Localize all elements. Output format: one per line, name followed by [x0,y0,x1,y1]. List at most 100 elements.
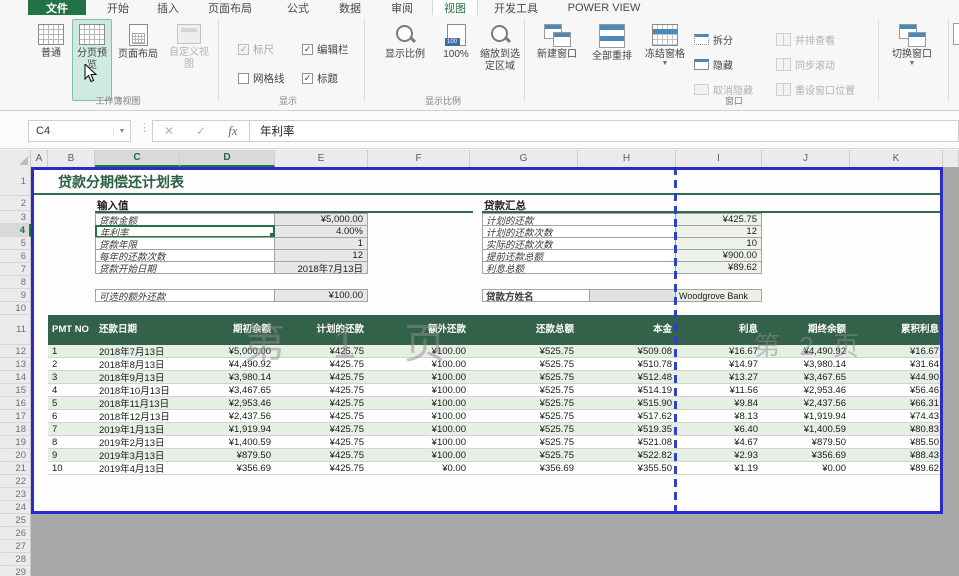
table-header-cell[interactable]: 还款总额 [470,315,578,345]
table-cell[interactable]: ¥425.75 [275,384,368,396]
input-label-cell[interactable]: 可选的额外还款 [95,289,275,302]
table-cell[interactable]: ¥1,919.94 [180,423,275,435]
table-header-cell[interactable]: 累积利息 [850,315,943,345]
table-cell[interactable]: 4 [48,384,95,396]
column-header-I[interactable]: I [676,150,762,167]
row-header-23[interactable]: 23 [0,488,31,501]
tab-developer[interactable]: 开发工具 [484,0,548,15]
insert-function-icon[interactable]: fx [217,123,249,139]
row-header-11[interactable]: 11 [0,315,31,345]
table-cell[interactable]: ¥879.50 [762,436,850,448]
column-header-K[interactable]: K [850,150,943,167]
table-header-cell[interactable]: 额外还款 [368,315,470,345]
table-cell[interactable]: ¥14.97 [676,358,762,370]
input-value-cell[interactable]: ¥89.62 [676,261,762,274]
table-cell[interactable]: ¥425.75 [275,345,368,357]
row-header-12[interactable]: 12 [0,345,31,358]
table-cell[interactable]: ¥425.75 [275,371,368,383]
row-header-24[interactable]: 24 [0,501,31,514]
gridlines-checkbox[interactable] [238,73,249,84]
table-cell[interactable]: ¥4,490.92 [762,345,850,357]
formula-bar-checkbox[interactable] [302,44,313,55]
table-cell[interactable]: ¥1,400.59 [762,423,850,435]
table-cell[interactable]: 5 [48,397,95,409]
row-header-21[interactable]: 21 [0,462,31,475]
table-cell[interactable]: ¥100.00 [368,436,470,448]
table-cell[interactable]: 2019年4月13日 [95,462,180,474]
row-header-16[interactable]: 16 [0,397,31,410]
name-box-dropdown-icon[interactable]: ▼ [113,128,130,135]
column-header-D[interactable]: D [180,150,275,167]
table-cell[interactable]: ¥425.75 [275,397,368,409]
row-header-15[interactable]: 15 [0,384,31,397]
select-all-corner[interactable] [0,150,31,167]
table-cell[interactable]: ¥85.50 [850,436,943,448]
table-cell[interactable]: ¥525.75 [470,410,578,422]
row-header-5[interactable]: 5 [0,237,31,250]
table-cell[interactable]: ¥56.46 [850,384,943,396]
table-cell[interactable]: ¥16.67 [676,345,762,357]
freeze-panes-button[interactable]: 冻结窗格 ▼ [640,19,690,101]
table-cell[interactable]: ¥2,953.46 [180,397,275,409]
zoom-100-button[interactable]: 100 100% [436,19,476,101]
table-cell[interactable]: ¥1,400.59 [180,436,275,448]
table-cell[interactable]: ¥100.00 [368,358,470,370]
macros-icon[interactable] [953,23,959,45]
table-header-cell[interactable]: PMT NO [48,315,95,345]
table-cell[interactable]: ¥525.75 [470,358,578,370]
table-cell[interactable]: 10 [48,462,95,474]
name-box[interactable]: C4 ▼ [28,120,131,142]
table-header-cell[interactable]: 计划的还款 [275,315,368,345]
table-cell[interactable]: ¥525.75 [470,436,578,448]
table-cell[interactable]: 2019年3月13日 [95,449,180,461]
table-cell[interactable]: ¥11.56 [676,384,762,396]
table-cell[interactable]: ¥31.64 [850,358,943,370]
table-header-cell[interactable]: 期初余额 [180,315,275,345]
row-header-14[interactable]: 14 [0,371,31,384]
table-cell[interactable]: ¥425.75 [275,410,368,422]
table-cell[interactable]: ¥3,980.14 [762,358,850,370]
row-header-7[interactable]: 7 [0,263,31,276]
lender-value-cell[interactable]: Woodgrove Bank [676,289,762,302]
hide-button[interactable]: 隐藏 [694,56,733,72]
table-cell[interactable]: ¥100.00 [368,345,470,357]
table-cell[interactable]: ¥525.75 [470,397,578,409]
table-cell[interactable]: 2018年11月13日 [95,397,180,409]
input-value-cell[interactable]: ¥100.00 [275,289,368,302]
column-header-E[interactable]: E [275,150,368,167]
input-label-cell[interactable]: 利息总额 [482,261,676,274]
table-cell[interactable]: ¥6.40 [676,423,762,435]
table-cell[interactable]: ¥0.00 [368,462,470,474]
table-cell[interactable]: ¥509.08 [578,345,676,357]
table-cell[interactable]: ¥512.48 [578,371,676,383]
table-cell[interactable]: ¥425.75 [275,449,368,461]
table-cell[interactable]: ¥2,437.56 [180,410,275,422]
table-cell[interactable]: 2018年9月13日 [95,371,180,383]
table-cell[interactable]: ¥356.69 [762,449,850,461]
column-header-A[interactable]: A [31,150,48,167]
page-break-preview-button[interactable]: 分页预览 [72,19,112,101]
column-header-J[interactable]: J [762,150,850,167]
tab-page-layout[interactable]: 页面布局 [196,0,264,15]
table-cell[interactable]: ¥2.93 [676,449,762,461]
enter-icon[interactable]: ✓ [185,124,217,138]
table-cell[interactable]: 2019年1月13日 [95,423,180,435]
cancel-icon[interactable]: ✕ [153,124,185,138]
table-cell[interactable]: 9 [48,449,95,461]
formula-box[interactable]: ✕ ✓ fx 年利率 [152,120,959,142]
table-cell[interactable]: 2 [48,358,95,370]
row-header-20[interactable]: 20 [0,449,31,462]
table-cell[interactable]: ¥879.50 [180,449,275,461]
freeze-panes-dropdown-icon[interactable]: ▼ [662,61,669,67]
row-header-19[interactable]: 19 [0,436,31,449]
table-cell[interactable]: ¥356.69 [470,462,578,474]
table-cell[interactable]: ¥4.67 [676,436,762,448]
table-cell[interactable]: ¥515.90 [578,397,676,409]
tab-power-view[interactable]: POWER VIEW [556,0,652,15]
column-header-B[interactable]: B [48,150,95,167]
table-cell[interactable]: ¥425.75 [275,462,368,474]
table-cell[interactable]: 2018年12月13日 [95,410,180,422]
row-header-29[interactable]: 29 [0,566,31,576]
table-cell[interactable]: ¥13.27 [676,371,762,383]
table-cell[interactable]: ¥519.35 [578,423,676,435]
